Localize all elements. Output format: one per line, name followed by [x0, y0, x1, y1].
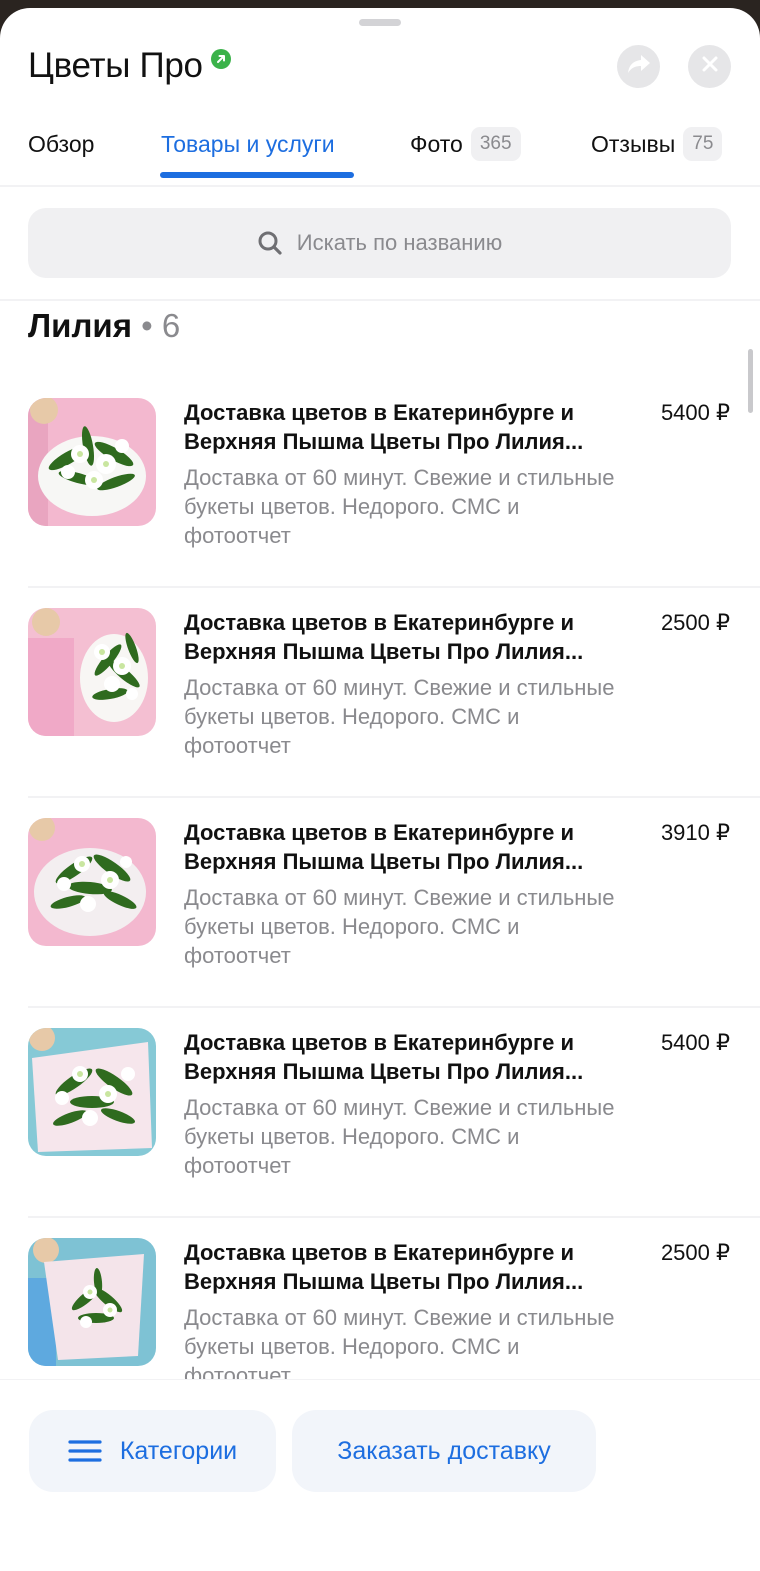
product-image-lily-bouquet	[28, 608, 156, 736]
product-image-lily-bouquet	[28, 398, 156, 526]
section-heading: Лилия • 6	[28, 306, 180, 346]
tab-label: Обзор	[28, 130, 95, 157]
product-item[interactable]: Доставка цветов в Екатеринбурге и Верхня…	[0, 1008, 760, 1218]
tabs-divider	[0, 185, 760, 187]
categories-label: Категории	[119, 1436, 238, 1465]
tab-bar: Обзор Товары и услуги Фото 365 Отзывы 75	[0, 120, 760, 182]
tab-products-services[interactable]: Товары и услуги	[161, 126, 335, 162]
tab-overview[interactable]: Обзор	[28, 126, 94, 162]
product-image-lily-bouquet	[28, 1238, 156, 1366]
bottom-action-bar: Категории Заказать доставку	[0, 1380, 760, 1571]
header-title-row: Цветы Про	[28, 46, 231, 90]
section-title: Лилия	[28, 307, 132, 344]
search-icon	[257, 230, 283, 256]
product-price: 3910 ₽	[660, 820, 730, 845]
product-item[interactable]: Доставка цветов в Екатеринбурге и Верхня…	[0, 378, 760, 588]
product-price: 5400 ₽	[660, 400, 730, 425]
order-delivery-label: Заказать доставку	[337, 1436, 551, 1465]
share-arrow-icon	[626, 53, 652, 80]
product-description: Доставка от 60 минут. Свежие и стильные …	[184, 465, 615, 548]
product-title: Доставка цветов в Екатеринбурге и Верхня…	[184, 1030, 584, 1084]
page-title: Цветы Про	[28, 46, 203, 85]
product-title: Доставка цветов в Екатеринбурге и Верхня…	[184, 610, 584, 664]
review-count-badge: 75	[683, 127, 723, 161]
menu-icon	[68, 1439, 102, 1463]
product-title: Доставка цветов в Екатеринбурге и Верхня…	[184, 820, 584, 874]
categories-button[interactable]: Категории	[29, 1410, 276, 1492]
sheet-grabber-handle[interactable]	[359, 19, 401, 26]
product-description: Доставка от 60 минут. Свежие и стильные …	[184, 675, 615, 758]
search-input[interactable]: Искать по названию	[28, 208, 731, 278]
share-button[interactable]	[617, 45, 660, 88]
section-count: • 6	[141, 307, 181, 344]
tab-reviews[interactable]: Отзывы 75	[591, 126, 723, 162]
product-description: Доставка от 60 минут. Свежие и стильные …	[184, 885, 615, 968]
photo-count-badge: 365	[470, 127, 521, 161]
product-image-lily-bouquet	[28, 818, 156, 946]
tab-label: Товары и услуги	[161, 130, 335, 157]
bottom-sheet: Цветы Про Обзор Товары и услуги Фото 365…	[0, 8, 760, 1571]
product-title: Доставка цветов в Екатеринбурге и Верхня…	[184, 400, 584, 454]
product-title: Доставка цветов в Екатеринбурге и Верхня…	[184, 1240, 584, 1294]
product-list: Доставка цветов в Екатеринбурге и Верхня…	[0, 378, 760, 1381]
close-button[interactable]	[688, 45, 731, 88]
verified-badge-icon	[210, 49, 231, 69]
tab-label: Фото	[410, 130, 463, 157]
product-item[interactable]: Доставка цветов в Екатеринбурге и Верхня…	[0, 1218, 760, 1381]
order-delivery-button[interactable]: Заказать доставку	[292, 1410, 596, 1492]
tab-label: Отзывы	[591, 130, 676, 157]
product-price: 2500 ₽	[660, 610, 730, 635]
product-price: 5400 ₽	[660, 1030, 730, 1055]
close-icon	[702, 56, 718, 77]
product-item[interactable]: Доставка цветов в Екатеринбурге и Верхня…	[0, 798, 760, 1008]
tab-photos[interactable]: Фото 365	[410, 126, 521, 162]
product-description: Доставка от 60 минут. Свежие и стильные …	[184, 1095, 615, 1178]
active-tab-indicator	[160, 172, 354, 178]
product-image-lily-bouquet	[28, 1028, 156, 1156]
search-placeholder: Искать по названию	[296, 230, 503, 255]
product-item[interactable]: Доставка цветов в Екатеринбурге и Верхня…	[0, 588, 760, 798]
search-divider	[0, 299, 760, 301]
product-price: 2500 ₽	[660, 1240, 730, 1265]
product-description: Доставка от 60 минут. Свежие и стильные …	[184, 1305, 615, 1381]
